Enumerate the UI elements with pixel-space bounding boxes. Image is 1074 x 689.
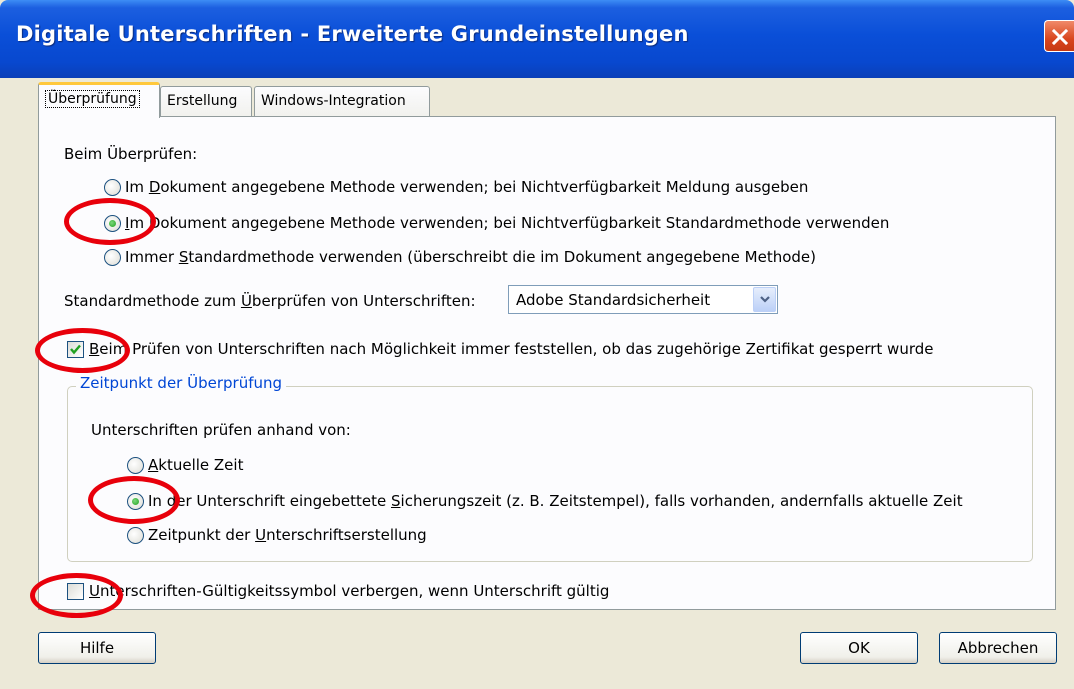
time-option-1-radio[interactable] — [127, 457, 144, 474]
hide-symbol-checkbox-label[interactable]: Unterschriften-Gültigkeitssymbol verberg… — [89, 582, 609, 600]
tab-windows-integration[interactable]: Windows-Integration — [254, 86, 430, 117]
default-method-value: Adobe Standardsicherheit — [516, 291, 711, 309]
default-method-dropdown[interactable]: Adobe Standardsicherheit — [508, 285, 778, 314]
annotation-circle — [64, 198, 156, 245]
default-method-label: Standardmethode zum Überprüfen von Unter… — [64, 292, 476, 310]
tab-label: Windows-Integration — [261, 93, 406, 109]
verify-option-3-label[interactable]: Immer Standardmethode verwenden (übersch… — [125, 248, 816, 266]
time-option-3-radio[interactable] — [127, 527, 144, 544]
annotation-circle — [35, 328, 130, 373]
close-icon — [1052, 29, 1068, 45]
chevron-down-icon — [760, 296, 770, 303]
verify-heading: Beim Überprüfen: — [64, 145, 198, 163]
tab-label: Überprüfung — [45, 90, 140, 108]
dropdown-button[interactable] — [753, 287, 776, 312]
time-option-1-label[interactable]: Aktuelle Zeit — [148, 456, 243, 474]
verify-option-1-label[interactable]: Im Dokument angegebene Methode verwenden… — [125, 178, 808, 196]
annotation-circle — [30, 573, 123, 618]
revocation-checkbox-label[interactable]: Beim Prüfen von Unterschriften nach Mögl… — [89, 340, 933, 358]
help-button[interactable]: Hilfe — [38, 632, 156, 664]
verify-option-3-radio[interactable] — [104, 249, 121, 266]
tab-erstellung[interactable]: Erstellung — [160, 86, 252, 117]
time-group-heading: Unterschriften prüfen anhand von: — [91, 421, 351, 439]
tab-ueberpruefung[interactable]: Überprüfung — [38, 82, 160, 118]
verify-option-2-label[interactable]: Im Dokument angegebene Methode verwenden… — [125, 214, 889, 232]
window-title: Digitale Unterschriften - Erweiterte Gru… — [16, 22, 689, 46]
close-button[interactable] — [1044, 20, 1074, 52]
time-group-legend: Zeitpunkt der Überprüfung — [76, 374, 287, 392]
title-bar: Digitale Unterschriften - Erweiterte Gru… — [0, 0, 1074, 78]
cancel-button[interactable]: Abbrechen — [939, 632, 1057, 664]
annotation-circle — [88, 476, 180, 524]
time-option-2-label[interactable]: In der Unterschrift eingebettete Sicheru… — [148, 492, 963, 510]
verify-option-1-radio[interactable] — [104, 179, 121, 196]
time-option-3-label[interactable]: Zeitpunkt der Unterschriftserstellung — [148, 526, 427, 544]
tab-label: Erstellung — [167, 93, 238, 109]
dialog-client-area: Überprüfung Erstellung Windows-Integrati… — [0, 78, 1074, 689]
ok-button[interactable]: OK — [800, 632, 918, 664]
